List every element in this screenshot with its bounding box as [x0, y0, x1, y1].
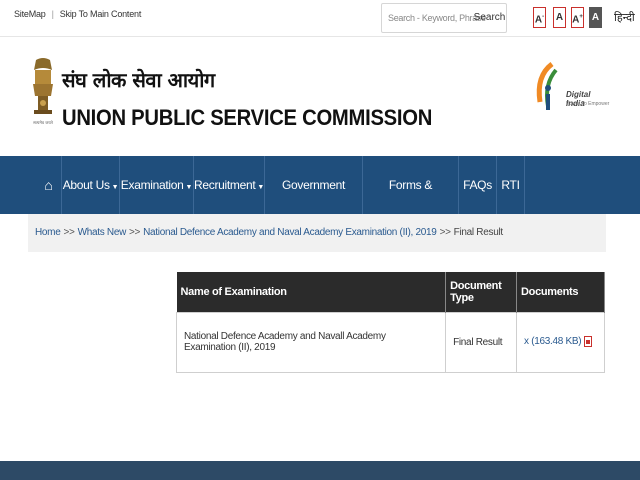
nav-examination[interactable]: Examination ▼	[120, 156, 194, 214]
breadcrumb-home[interactable]: Home	[35, 227, 61, 238]
home-icon[interactable]: ⌂	[36, 156, 62, 214]
high-contrast-button[interactable]: A	[589, 7, 602, 28]
emblem-caption: सत्यमेव जयते	[33, 120, 53, 125]
utility-links: SiteMap | Skip To Main Content	[14, 9, 141, 19]
nav-rti[interactable]: RTI	[497, 156, 525, 214]
font-decrease-button[interactable]: A-	[533, 7, 546, 28]
font-normal-button[interactable]: A	[553, 7, 566, 28]
font-increase-button[interactable]: A+	[571, 7, 584, 28]
results-table: Name of Examination Document Type Docume…	[175, 272, 605, 373]
digital-india-logo[interactable]: Digital India Power To Empower	[530, 56, 610, 126]
pdf-icon[interactable]	[583, 336, 592, 348]
main-nav: ⌂ About Us ▼ Examination ▼ Recruitment ▼ Go…	[0, 156, 640, 250]
breadcrumb-exam[interactable]: National Defence Academy and Naval Acade…	[143, 227, 437, 238]
breadcrumb-separator: >>	[63, 227, 75, 238]
breadcrumb-separator: >>	[129, 227, 141, 238]
chevron-down-icon: ▼	[185, 184, 193, 191]
chevron-down-icon: ▼	[111, 184, 119, 191]
digital-india-icon	[536, 62, 558, 110]
nav-about-us[interactable]: About Us ▼	[62, 156, 120, 214]
footer-bar	[0, 461, 640, 480]
table-row: National Defence Academy and Navall Acad…	[175, 311, 605, 373]
nav-recruitment[interactable]: Recruitment ▼	[194, 156, 265, 214]
column-header-exam: Name of Examination	[176, 272, 447, 312]
breadcrumb-whats-new[interactable]: Whats New	[78, 227, 127, 238]
nav-forms-downloads[interactable]: Forms & Downloads	[363, 156, 459, 250]
hindi-language-link[interactable]: हिन्दी	[614, 10, 635, 25]
document-link[interactable]: x (163.48 KB)	[516, 311, 605, 373]
utility-separator: |	[51, 9, 54, 19]
national-emblem-icon: सत्यमेव जयते	[33, 58, 54, 125]
nav-government-users[interactable]: Government Users▼	[265, 156, 363, 250]
breadcrumb-current: Final Result	[453, 227, 504, 238]
column-header-type: Document Type	[445, 272, 517, 312]
search-button[interactable]: Search	[472, 4, 507, 32]
chevron-down-icon: ▼	[257, 184, 265, 191]
digital-india-tagline: Power To Empower	[566, 101, 610, 107]
document-prefix: x	[524, 336, 529, 348]
site-header: सत्यमेव जयते संघ लोक सेवा आयोग UNION PUB…	[0, 38, 640, 156]
document-size[interactable]: (163.48 KB)	[531, 337, 581, 348]
column-header-documents: Documents	[516, 272, 605, 312]
table-header-row: Name of Examination Document Type Docume…	[176, 272, 605, 312]
document-type-cell: Final Result	[445, 311, 517, 373]
utility-bar: SiteMap | Skip To Main Content Search - Ke…	[0, 0, 640, 37]
skip-to-content-link[interactable]: Skip To Main Content	[60, 9, 142, 19]
search-box: Search - Keyword, Phrase Search	[381, 3, 507, 33]
site-title-english[interactable]: UNION PUBLIC SERVICE COMMISSION	[62, 105, 432, 131]
breadcrumb-separator: >>	[439, 227, 451, 238]
exam-name-cell: National Defence Academy and Navall Acad…	[175, 311, 447, 373]
breadcrumb: Home >> Whats New >> National Defence Academ…	[28, 214, 606, 252]
nav-faqs[interactable]: FAQs	[459, 156, 497, 214]
site-title-hindi: संघ लोक सेवा आयोग	[62, 68, 215, 92]
sitemap-link[interactable]: SiteMap	[14, 9, 46, 19]
